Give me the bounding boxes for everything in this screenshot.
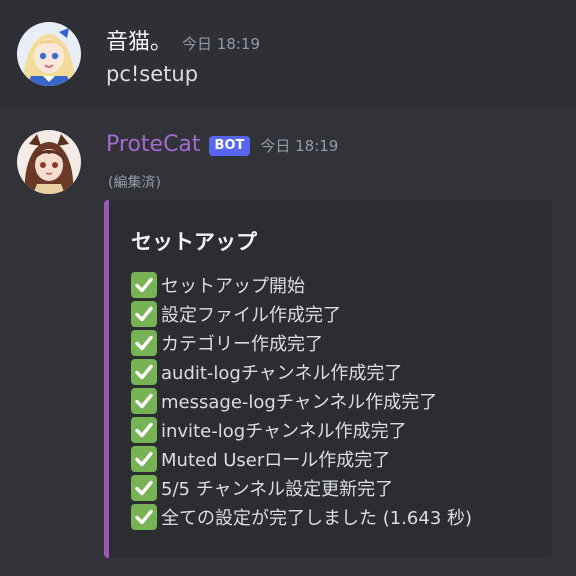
embed-step: 設定ファイル作成完了	[131, 299, 472, 328]
message-header: ProteCat BOT 今日 18:19	[106, 132, 338, 158]
embed-step-text: セットアップ開始	[161, 275, 305, 297]
chat-view: 音猫。 今日 18:19 pc!setup ProteCat BOT 今日 18…	[0, 0, 576, 576]
avatar[interactable]	[17, 130, 81, 194]
embed: セットアップ セットアップ開始設定ファイル作成完了 カテゴリー作成完了 audit-…	[104, 200, 552, 558]
username[interactable]: ProteCat	[106, 132, 201, 157]
embed-step: カテゴリー作成完了	[131, 328, 472, 357]
embed-step-text: 設定ファイル作成完了	[161, 304, 341, 326]
white-check-mark-icon	[131, 474, 157, 501]
white-check-mark-icon	[131, 503, 157, 530]
embed-title: セットアップ	[131, 230, 257, 254]
embed-step-text: message-logチャンネル作成完了	[161, 391, 438, 413]
embed-step: セットアップ開始	[131, 270, 472, 299]
timestamp: 今日 18:19	[260, 137, 339, 155]
white-check-mark-icon	[131, 445, 157, 472]
bot-badge: BOT	[208, 136, 251, 156]
message-hover-highlight	[0, 0, 576, 106]
avatar[interactable]	[17, 22, 81, 86]
embed-step: message-logチャンネル作成完了	[131, 386, 472, 415]
white-check-mark-icon	[131, 358, 157, 385]
timestamp: 今日 18:19	[182, 35, 261, 53]
embed-step-list: セットアップ開始設定ファイル作成完了 カテゴリー作成完了 audit-logチャンネ…	[131, 270, 472, 531]
message-content: pc!setup	[106, 62, 199, 86]
embed-step-text: 5/5 チャンネル設定更新完了	[161, 478, 394, 500]
embed-step-text: カテゴリー作成完了	[161, 333, 323, 355]
embed-step: Muted Userロール作成完了	[131, 444, 472, 473]
embed-step: 5/5 チャンネル設定更新完了	[131, 473, 472, 502]
edited-label: (編集済)	[108, 175, 161, 191]
embed-step-text: 全ての設定が完了しました (1.643 秒)	[161, 507, 473, 529]
embed-step-text: Muted Userロール作成完了	[161, 449, 391, 471]
white-check-mark-icon	[131, 300, 157, 327]
username[interactable]: 音猫。	[106, 24, 172, 56]
white-check-mark-icon	[131, 329, 157, 356]
embed-step-text: invite-logチャンネル作成完了	[161, 420, 407, 442]
white-check-mark-icon	[131, 271, 157, 298]
white-check-mark-icon	[131, 387, 157, 414]
embed-step: 全ての設定が完了しました (1.643 秒)	[131, 502, 472, 531]
message-header: 音猫。 今日 18:19	[106, 24, 260, 56]
embed-step: audit-logチャンネル作成完了	[131, 357, 472, 386]
embed-step-text: audit-logチャンネル作成完了	[161, 362, 403, 384]
white-check-mark-icon	[131, 416, 157, 443]
embed-step: invite-logチャンネル作成完了	[131, 415, 472, 444]
